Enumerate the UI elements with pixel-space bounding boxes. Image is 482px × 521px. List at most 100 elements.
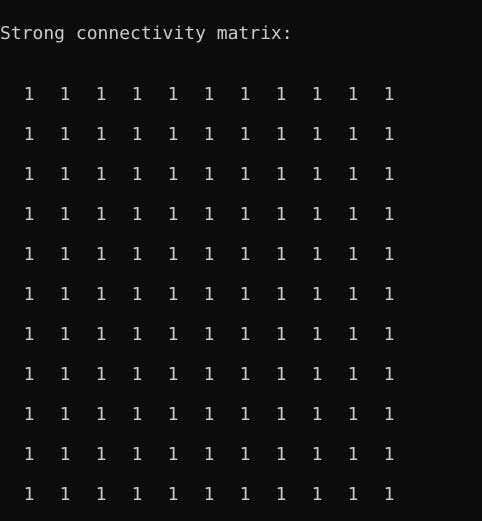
- matrix-cell: 1: [203, 204, 215, 225]
- matrix-cell: 1: [383, 484, 395, 505]
- matrix-cell: 1: [239, 284, 251, 305]
- matrix-cell: 1: [275, 404, 287, 425]
- matrix-cell: 1: [239, 444, 251, 465]
- matrix-cell: 1: [59, 404, 71, 425]
- matrix-cell: 1: [383, 284, 395, 305]
- matrix-cell: 1: [275, 124, 287, 145]
- matrix-cell: 1: [203, 244, 215, 265]
- matrix-cell: 1: [23, 484, 35, 505]
- matrix-cell: 1: [167, 204, 179, 225]
- matrix-row: 1 1 1 1 1 1 1 1 1 1 1: [0, 83, 482, 107]
- matrix-row: 1 1 1 1 1 1 1 1 1 1 1: [0, 203, 482, 227]
- matrix-row: 1 1 1 1 1 1 1 1 1 1 1: [0, 163, 482, 187]
- matrix-cell: 1: [239, 484, 251, 505]
- matrix-cell: 1: [131, 404, 143, 425]
- matrix-cell: 1: [131, 284, 143, 305]
- matrix-cell: 1: [383, 244, 395, 265]
- matrix-cell: 1: [311, 444, 323, 465]
- matrix-cell: 1: [95, 404, 107, 425]
- matrix-cell: 1: [275, 244, 287, 265]
- matrix-cell: 1: [131, 204, 143, 225]
- matrix-cell: 1: [347, 244, 359, 265]
- matrix-cell: 1: [167, 404, 179, 425]
- matrix-cell: 1: [275, 84, 287, 105]
- matrix-cell: 1: [239, 124, 251, 145]
- matrix-cell: 1: [275, 204, 287, 225]
- matrix-cell: 1: [131, 324, 143, 345]
- matrix-cell: 1: [167, 284, 179, 305]
- matrix-cell: 1: [131, 244, 143, 265]
- matrix-row: 1 1 1 1 1 1 1 1 1 1 1: [0, 403, 482, 427]
- matrix-cell: 1: [59, 324, 71, 345]
- matrix-cell: 1: [347, 404, 359, 425]
- matrix-cell: 1: [347, 124, 359, 145]
- matrix-cell: 1: [239, 84, 251, 105]
- matrix-cell: 1: [203, 444, 215, 465]
- matrix-cell: 1: [203, 484, 215, 505]
- matrix-cell: 1: [239, 364, 251, 385]
- matrix-cell: 1: [203, 404, 215, 425]
- matrix-cell: 1: [347, 324, 359, 345]
- matrix-cell: 1: [383, 444, 395, 465]
- matrix-row: 1 1 1 1 1 1 1 1 1 1 1: [0, 243, 482, 267]
- matrix-cell: 1: [131, 484, 143, 505]
- matrix-row: 1 1 1 1 1 1 1 1 1 1 1: [0, 123, 482, 147]
- matrix-cell: 1: [95, 284, 107, 305]
- matrix-cell: 1: [131, 364, 143, 385]
- matrix-cell: 1: [59, 364, 71, 385]
- matrix-cell: 1: [347, 364, 359, 385]
- matrix-row: 1 1 1 1 1 1 1 1 1 1 1: [0, 363, 482, 387]
- matrix-cell: 1: [239, 404, 251, 425]
- matrix-cell: 1: [167, 444, 179, 465]
- matrix-cell: 1: [167, 164, 179, 185]
- matrix-cell: 1: [167, 324, 179, 345]
- matrix-cell: 1: [131, 444, 143, 465]
- matrix-cell: 1: [203, 284, 215, 305]
- matrix-cell: 1: [131, 124, 143, 145]
- matrix-cell: 1: [203, 84, 215, 105]
- matrix-cell: 1: [239, 204, 251, 225]
- matrix-row: 1 1 1 1 1 1 1 1 1 1 1: [0, 323, 482, 347]
- matrix-cell: 1: [203, 364, 215, 385]
- matrix-cell: 1: [383, 84, 395, 105]
- matrix-cell: 1: [311, 324, 323, 345]
- matrix-cell: 1: [23, 124, 35, 145]
- matrix-cell: 1: [59, 284, 71, 305]
- matrix-cell: 1: [347, 484, 359, 505]
- matrix-cell: 1: [95, 324, 107, 345]
- matrix-cell: 1: [95, 244, 107, 265]
- matrix-cell: 1: [59, 484, 71, 505]
- matrix-cell: 1: [383, 164, 395, 185]
- matrix-cell: 1: [23, 204, 35, 225]
- matrix-cell: 1: [347, 284, 359, 305]
- matrix-cell: 1: [23, 84, 35, 105]
- matrix-cell: 1: [275, 164, 287, 185]
- matrix-cell: 1: [23, 364, 35, 385]
- matrix-cell: 1: [311, 204, 323, 225]
- matrix-cell: 1: [347, 164, 359, 185]
- matrix-cell: 1: [23, 284, 35, 305]
- matrix-cell: 1: [383, 204, 395, 225]
- matrix-cell: 1: [311, 284, 323, 305]
- connectivity-matrix: 1 1 1 1 1 1 1 1 1 1 1 1 1 1 1 1 1 1 1 1 1 1 1 1 1 1 1 1 1 1 1 1 1 1 1 1 1 1 1 1…: [0, 0, 482, 521]
- matrix-cell: 1: [347, 84, 359, 105]
- matrix-row: 1 1 1 1 1 1 1 1 1 1 1: [0, 443, 482, 467]
- matrix-cell: 1: [59, 204, 71, 225]
- matrix-cell: 1: [23, 244, 35, 265]
- matrix-cell: 1: [383, 364, 395, 385]
- matrix-cell: 1: [383, 324, 395, 345]
- matrix-cell: 1: [203, 164, 215, 185]
- matrix-cell: 1: [311, 84, 323, 105]
- matrix-cell: 1: [203, 124, 215, 145]
- matrix-cell: 1: [95, 364, 107, 385]
- matrix-cell: 1: [275, 484, 287, 505]
- matrix-cell: 1: [347, 204, 359, 225]
- matrix-row: 1 1 1 1 1 1 1 1 1 1 1: [0, 483, 482, 507]
- matrix-cell: 1: [131, 164, 143, 185]
- matrix-cell: 1: [383, 404, 395, 425]
- console-window[interactable]: Strong connectivity matrix: 111111111111…: [0, 0, 482, 521]
- matrix-cell: 1: [275, 364, 287, 385]
- matrix-cell: 1: [167, 84, 179, 105]
- matrix-cell: 1: [23, 404, 35, 425]
- matrix-cell: 1: [347, 444, 359, 465]
